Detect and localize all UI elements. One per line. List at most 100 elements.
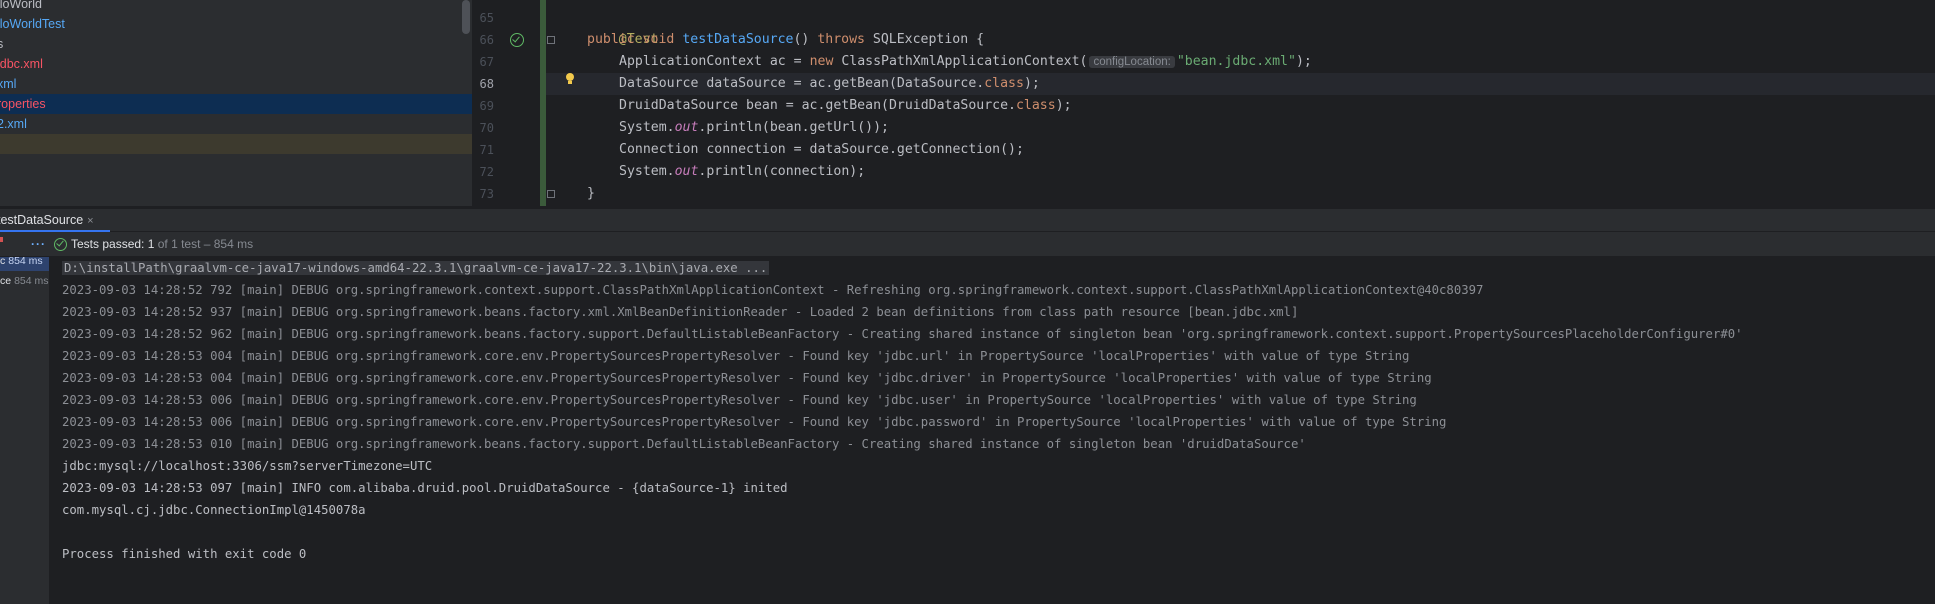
console-line: 2023-09-03 14:28:53 004 [main] DEBUG org… [62,345,1409,367]
line-number: 70 [479,121,494,135]
line-number: 65 [479,11,494,25]
test-status-text: Tests passed: 1 of 1 test – 854 ms [71,232,253,257]
code-line-68[interactable]: DataSource dataSource = ac.getBean(DataS… [619,73,1040,95]
console-line: 2023-09-03 14:28:53 006 [main] DEBUG org… [62,411,1446,433]
code-text: System. [619,120,675,135]
kw-public: public [587,32,635,47]
code-text: ); [1055,98,1072,113]
fold-open-icon[interactable] [547,36,555,44]
param-hint: configLocation: [1089,56,1175,68]
code-text: System. [619,164,675,179]
console-line: jdbc:mysql://localhost:3306/ssm?serverTi… [62,455,432,477]
run-console[interactable]: D:\installPath\graalvm-ce-java17-windows… [50,257,1935,604]
project-tree-item[interactable]: 2.xml [0,114,472,134]
project-tree-item[interactable]: s [0,34,472,54]
code-line-69[interactable]: DruidDataSource bean = ac.getBean(DruidD… [619,95,1072,117]
console-line: D:\installPath\graalvm-ce-java17-windows… [62,257,770,279]
console-line: Process finished with exit code 0 [62,543,306,565]
line-number: 66 [479,33,494,47]
test-tree-item[interactable]: c 854 ms [0,257,49,271]
tests-passed-label: Tests passed: 1 [71,237,155,251]
code-text: ClassPathXmlApplicationContext( [833,54,1088,69]
code-line-73[interactable]: } [587,183,595,205]
code-line-72[interactable]: System.out.println(connection); [619,161,865,183]
tree-scrollbar[interactable] [462,0,470,34]
console-text: Process finished with exit code 0 [62,547,307,561]
run-test-gutter-icon[interactable] [510,33,524,47]
kw-new: new [809,54,834,69]
project-tree-item[interactable]: lloWorldTest [0,14,472,34]
test-passed-icon [54,238,67,251]
console-line: com.mysql.cj.jdbc.ConnectionImpl@1450078… [62,499,366,521]
console-text: 2023-09-03 14:28:53 006 [main] DEBUG org… [62,393,1417,407]
console-text: 2023-09-03 14:28:53 006 [main] DEBUG org… [62,415,1447,429]
vcs-change-marker [540,0,546,206]
console-text: 2023-09-03 14:28:53 004 [main] DEBUG org… [62,371,1432,385]
line-number: 69 [479,99,494,113]
line-number: 67 [479,55,494,69]
fold-close-icon[interactable] [547,190,555,198]
line-number: 73 [479,187,494,201]
console-text: 2023-09-03 14:28:52 937 [main] DEBUG org… [62,305,1299,319]
code-text: ApplicationContext ac = [619,54,810,69]
code-text: .println(connection); [698,164,866,179]
project-tree-item[interactable]: jdbc.xml [0,54,472,74]
code-line-71[interactable]: Connection connection = dataSource.getCo… [619,139,1024,161]
kw-void: void [642,32,675,47]
test-duration: 854 ms [8,257,43,267]
project-tree-item[interactable]: xml [0,74,472,94]
console-text: 2023-09-03 14:28:53 097 [main] INFO com.… [62,481,788,495]
console-text: 2023-09-03 14:28:52 792 [main] DEBUG org… [62,283,1484,297]
close-icon[interactable]: × [87,215,93,227]
run-tab-label: testDataSource [0,213,84,227]
project-tree-item-label: roperties [0,97,46,111]
test-name: ce [0,275,12,287]
lightbulb-icon[interactable] [563,72,577,86]
project-tree-item-label: lloWorldTest [0,17,65,31]
project-tree-item[interactable] [0,134,472,154]
project-tree-item-label: 2.xml [0,117,27,131]
kw-class: class [984,76,1024,91]
line-number: 68 [479,77,494,91]
code-editor[interactable]: 65 66 67 68 69 70 71 72 73 @Test public void tes… [472,0,1935,206]
code-text: ); [1295,54,1312,69]
test-tree-item[interactable]: ce 854 ms [0,271,49,291]
method-name: testDataSource [682,32,794,47]
tests-summary: of 1 test – 854 ms [154,237,254,251]
console-text: 2023-09-03 14:28:53 004 [main] DEBUG org… [62,349,1410,363]
kw-throws: throws [817,32,865,47]
code-text: Connection connection = dataSource.getCo… [619,142,1024,157]
console-text: jdbc:mysql://localhost:3306/ssm?serverTi… [62,459,433,473]
console-line: 2023-09-03 14:28:52 937 [main] DEBUG org… [62,301,1298,323]
project-tree: lloWorld lloWorldTest s jdbc.xml xml ropertie… [0,0,472,206]
console-command[interactable]: D:\installPath\graalvm-ce-java17-windows… [62,261,770,275]
project-tree-item-label: xml [0,77,17,91]
code-line-67[interactable]: ApplicationContext ac = new ClassPathXml… [619,51,1312,73]
console-line: 2023-09-03 14:28:53 006 [main] DEBUG org… [62,389,1417,411]
project-tree-item[interactable]: roperties [0,94,472,114]
code-text: ); [1023,76,1040,91]
close-brace: } [587,186,595,201]
run-tab-testdatasource[interactable]: testDataSource × [0,209,110,232]
editor-gutter: 65 66 67 68 69 70 71 72 73 [472,0,540,206]
code-line-70[interactable]: System.out.println(bean.getUrl()); [619,117,889,139]
console-line: 2023-09-03 14:28:53 004 [main] DEBUG org… [62,367,1432,389]
code-text: DruidDataSource bean = ac.getBean(DruidD… [619,98,1016,113]
code-text: DataSource dataSource = ac.getBean(DataS… [619,76,985,91]
test-results-tree: c 854 ms ce 854 ms [0,257,50,604]
line-number: 72 [479,165,494,179]
stop-icon[interactable] [0,237,3,242]
test-status-toolbar: ··· Tests passed: 1 of 1 test – 854 ms [0,232,1935,257]
more-options-icon[interactable]: ··· [31,232,46,257]
code-line-66[interactable]: public void testDataSource() throws SQLE… [587,29,984,51]
console-line: 2023-09-03 14:28:52 962 [main] DEBUG org… [62,323,1743,345]
method-parens: () [793,32,810,47]
project-tree-item[interactable]: lloWorld [0,0,472,14]
open-brace: { [976,32,985,47]
string-literal: "bean.jdbc.xml" [1176,54,1296,69]
console-text: com.mysql.cj.jdbc.ConnectionImpl@1450078… [62,503,366,517]
static-field-out: out [674,164,699,179]
console-text: 2023-09-03 14:28:52 962 [main] DEBUG org… [62,327,1743,341]
console-text: 2023-09-03 14:28:53 010 [main] DEBUG org… [62,437,1306,451]
console-line: 2023-09-03 14:28:53 097 [main] INFO com.… [62,477,788,499]
